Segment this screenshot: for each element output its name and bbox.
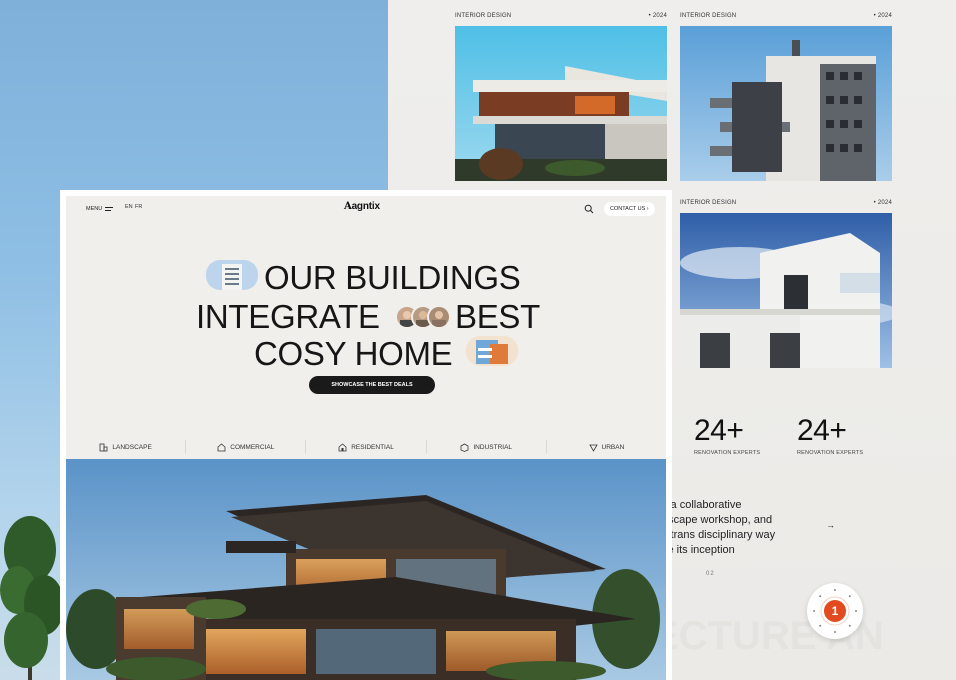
industrial-icon bbox=[460, 443, 469, 452]
hero-heading-line-2a: INTEGRATE bbox=[196, 298, 380, 335]
homepage-preview: MENU EN FR Aagntix CONTACT US › OUR BUIL… bbox=[66, 196, 666, 680]
project-card-header: INTERIOR DESIGN • 2024 bbox=[455, 13, 667, 19]
category-label: URBAN bbox=[601, 443, 625, 451]
category-commercial[interactable]: COMMERCIAL bbox=[186, 440, 307, 454]
category-residential[interactable]: RESIDENTIAL bbox=[306, 440, 427, 454]
project-year: • 2024 bbox=[873, 13, 892, 19]
team-avatars bbox=[395, 305, 451, 329]
marquee-text: ECTURE AN bbox=[652, 614, 884, 658]
logo-text: agntix bbox=[351, 201, 380, 212]
category-label: RESIDENTIAL bbox=[351, 443, 394, 451]
hamburger-icon bbox=[105, 206, 114, 211]
arrow-right-icon[interactable]: → bbox=[826, 520, 835, 530]
residential-icon bbox=[338, 442, 347, 451]
award-badge: 1 bbox=[807, 583, 863, 639]
homepage-preview-frame: MENU EN FR Aagntix CONTACT US › OUR BUIL… bbox=[60, 190, 672, 680]
lang-fr[interactable]: FR bbox=[135, 204, 142, 210]
project-card-header: INTERIOR DESIGN • 2024 bbox=[680, 200, 892, 206]
top-navbar: MENU EN FR Aagntix CONTACT US › bbox=[66, 196, 666, 222]
project-category: INTERIOR DESIGN bbox=[680, 200, 737, 206]
about-line: s trans disciplinary way bbox=[662, 529, 776, 541]
contact-us-button[interactable]: CONTACT US › bbox=[604, 202, 655, 216]
category-label: LANDSCAPE bbox=[112, 443, 152, 451]
hero-inline-image-tower bbox=[206, 260, 258, 290]
stat-label: RENOVATION EXPERTS bbox=[797, 450, 864, 456]
category-urban[interactable]: URBAN bbox=[547, 440, 666, 454]
stat-value: 24+ bbox=[694, 414, 744, 447]
search-icon[interactable] bbox=[584, 204, 594, 214]
badge-number: 1 bbox=[824, 600, 846, 622]
brand-logo[interactable]: Aagntix bbox=[344, 201, 380, 212]
menu-button[interactable]: MENU bbox=[80, 203, 119, 215]
stat-block: 24+ RENOVATION EXPERTS bbox=[797, 414, 863, 456]
project-image-modern-house[interactable] bbox=[455, 26, 667, 181]
lang-en[interactable]: EN bbox=[125, 204, 133, 210]
category-label: COMMERCIAL bbox=[230, 443, 275, 451]
about-line: s a collaborative bbox=[662, 499, 742, 511]
hero-inline-image-orange-building bbox=[466, 336, 518, 366]
category-label: INDUSTRIAL bbox=[473, 443, 513, 451]
landscape-icon bbox=[100, 443, 108, 451]
about-paragraph: s a collaborative dscape workshop, and s… bbox=[662, 498, 822, 558]
about-line: ce its inception bbox=[662, 544, 735, 556]
project-image-white-villa[interactable] bbox=[680, 213, 892, 368]
project-year: • 2024 bbox=[648, 13, 667, 19]
category-landscape[interactable]: LANDSCAPE bbox=[66, 440, 187, 454]
showcase-deals-button[interactable]: SHOWCASE THE BEST DEALS bbox=[309, 376, 435, 394]
commercial-icon bbox=[217, 442, 226, 451]
logo-mark-icon: A bbox=[344, 201, 352, 212]
project-card-header: INTERIOR DESIGN • 2024 bbox=[680, 13, 892, 19]
project-category: INTERIOR DESIGN bbox=[680, 13, 737, 19]
project-year: • 2024 bbox=[873, 200, 892, 206]
hero-heading-line-2b: BEST bbox=[455, 298, 540, 335]
hero-heading-line-1: OUR BUILDINGS bbox=[264, 259, 521, 296]
urban-icon bbox=[588, 444, 598, 452]
avatar bbox=[427, 305, 451, 329]
menu-label: MENU bbox=[86, 206, 103, 212]
stat-value: 24+ bbox=[797, 414, 847, 447]
stat-label: RENOVATION EXPERTS bbox=[694, 450, 761, 456]
category-industrial[interactable]: INDUSTRIAL bbox=[427, 440, 547, 454]
project-image-apartment-tower[interactable] bbox=[680, 26, 892, 181]
hero-heading-line-3: COSY HOME bbox=[254, 335, 453, 372]
about-line: dscape workshop, and bbox=[662, 514, 773, 526]
pager-indicator: 02 bbox=[706, 571, 715, 577]
stat-block: 24+ RENOVATION EXPERTS bbox=[694, 414, 760, 456]
hero-house-photo bbox=[66, 459, 666, 680]
category-bar: LANDSCAPE COMMERCIAL RESIDENTIAL INDUSTR… bbox=[66, 440, 666, 454]
project-category: INTERIOR DESIGN bbox=[455, 13, 512, 19]
